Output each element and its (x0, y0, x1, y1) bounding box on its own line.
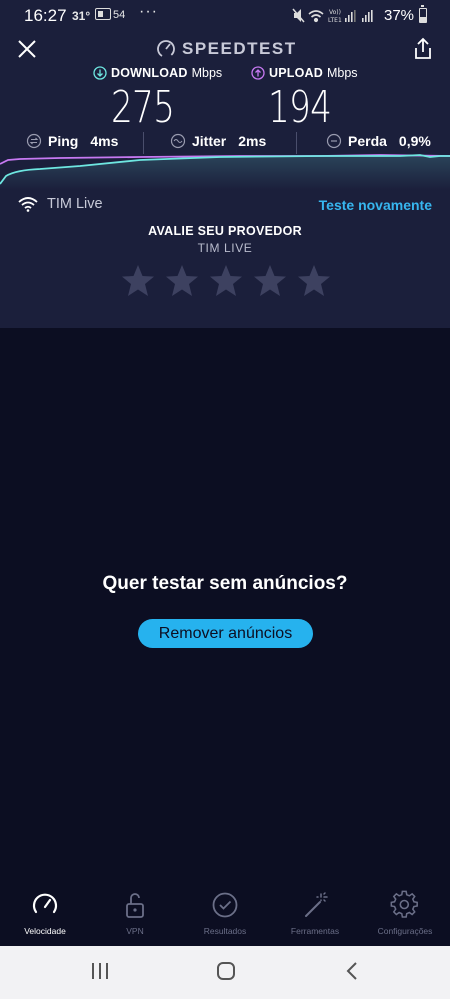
nav-item-resultados[interactable]: Resultados (180, 890, 270, 936)
remove-ads-button[interactable]: Remover anúncios (138, 619, 313, 648)
download-label: DOWNLOAD (111, 66, 188, 80)
back-button[interactable] (342, 960, 362, 987)
close-button[interactable] (14, 36, 40, 62)
packet-loss-metric: Perda 0,9% (326, 133, 431, 149)
download-arrow-icon (93, 66, 107, 80)
nav-item-vpn[interactable]: VPN (90, 890, 180, 936)
ping-label: Ping (48, 133, 79, 149)
nav-label-velocidade: Velocidade (24, 926, 66, 936)
provider-name: TIM Live (47, 196, 103, 212)
download-speed-value: 275 (111, 82, 175, 133)
upload-speed-value: 194 (268, 82, 332, 133)
more-notifications-icon: ··· (139, 3, 158, 20)
speedometer-icon (32, 893, 58, 914)
back-icon (346, 962, 357, 980)
retest-link[interactable]: Teste novamente (319, 197, 432, 213)
share-icon (415, 37, 431, 59)
status-notification-count: 54 (113, 9, 126, 21)
status-bar: 16:27 31° 54 ··· Vo)) LTE1 37% (0, 0, 450, 32)
nav-label-vpn: VPN (126, 926, 144, 936)
battery-icon (419, 5, 427, 23)
jitter-metric: Jitter 2ms (170, 133, 266, 149)
status-temperature: 31° (72, 9, 91, 23)
packet-loss-value: 0,9% (398, 133, 431, 149)
download-unit: Mbps (191, 66, 223, 80)
home-icon (217, 962, 235, 980)
jitter-value: 2ms (238, 133, 267, 149)
rating-star-3[interactable] (209, 264, 243, 298)
download-graph-area (0, 156, 450, 190)
nav-item-velocidade[interactable]: Velocidade (0, 890, 90, 936)
status-time: 16:27 (24, 6, 67, 25)
results-panel: 16:27 31° 54 ··· Vo)) LTE1 37% SPEEDTEST… (0, 0, 450, 328)
share-button[interactable] (410, 36, 436, 62)
signal-icon (345, 10, 356, 22)
ping-icon (26, 133, 42, 149)
close-icon (18, 40, 36, 58)
nav-item-ferramentas[interactable]: Ferramentas (270, 890, 360, 936)
rating-star-2[interactable] (165, 264, 199, 298)
app-header: SPEEDTEST (156, 39, 297, 59)
signal-icon-2 (362, 10, 373, 22)
ping-metric: Ping 4ms (26, 133, 118, 149)
rating-stars (121, 264, 331, 298)
wifi-status-icon (308, 10, 324, 23)
rating-star-5[interactable] (297, 264, 331, 298)
speedtest-logo-icon (157, 40, 175, 58)
ping-value: 4ms (90, 133, 119, 149)
svg-text:LTE1: LTE1 (328, 17, 342, 24)
download-header: DOWNLOAD Mbps (93, 66, 222, 80)
mute-icon (292, 8, 305, 23)
jitter-label: Jitter (192, 133, 227, 149)
speed-graph (0, 154, 450, 190)
gear-icon (390, 890, 418, 918)
svg-text:Vo)): Vo)) (329, 9, 341, 16)
magic-wand-icon (305, 892, 328, 917)
recent-apps-button[interactable] (88, 960, 112, 987)
wifi-icon (18, 197, 38, 212)
rate-provider-title: AVALIE SEU PROVEDOR (148, 224, 302, 238)
nav-label-ferramentas: Ferramentas (290, 926, 340, 936)
status-icons: Vo)) LTE1 (292, 7, 380, 30)
packet-loss-label: Perda (348, 133, 387, 149)
nav-item-configuracoes[interactable]: Configurações (360, 890, 450, 936)
check-circle-icon (212, 892, 238, 918)
rating-star-4[interactable] (253, 264, 287, 298)
recent-apps-icon (92, 963, 108, 979)
jitter-icon (170, 133, 186, 149)
home-button[interactable] (215, 960, 237, 987)
upload-label: UPLOAD (269, 66, 323, 80)
ad-free-question: Quer testar sem anúncios? (102, 573, 348, 594)
app-title: SPEEDTEST (182, 39, 297, 58)
packet-loss-icon (326, 133, 342, 149)
provider-info: TIM Live (18, 196, 103, 212)
rating-star-1[interactable] (121, 264, 155, 298)
bottom-navigation: Velocidade VPN Resultados Ferramentas Co… (0, 880, 450, 946)
lock-open-icon (126, 893, 144, 918)
battery-percent: 37% (384, 7, 415, 24)
upload-arrow-icon (251, 66, 265, 80)
nav-label-resultados: Resultados (203, 926, 247, 936)
rate-provider-subtitle: TIM LIVE (197, 241, 253, 255)
notification-icon (95, 8, 111, 23)
upload-header: UPLOAD Mbps (251, 66, 358, 80)
nav-label-configuracoes: Configurações (377, 926, 433, 936)
upload-unit: Mbps (326, 66, 358, 80)
system-navigation-bar (0, 946, 450, 999)
